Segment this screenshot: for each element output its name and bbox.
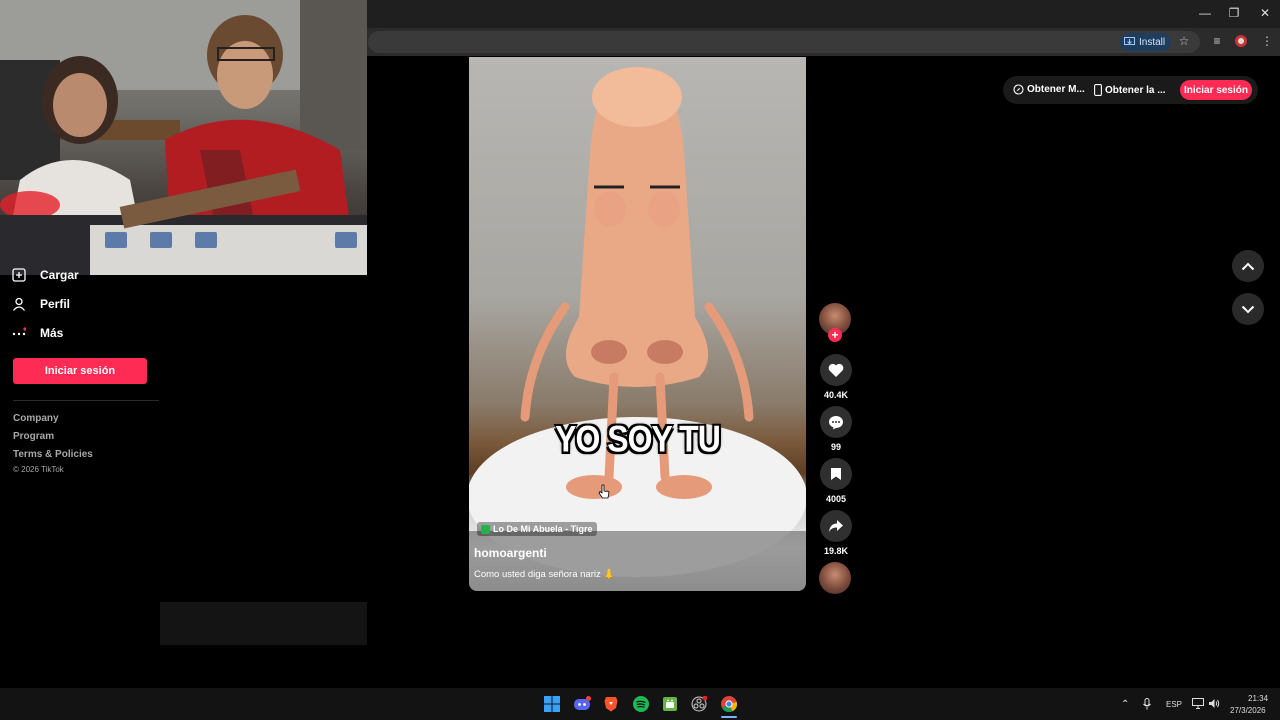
video-player[interactable]: YO SOY TU Lo De Mi Abuela - Tigre homoar… (469, 57, 806, 591)
sidebar-divider (13, 400, 159, 401)
footer-link-company[interactable]: Company (13, 413, 59, 424)
taskbar-brave[interactable] (601, 694, 621, 714)
share-icon (829, 520, 843, 532)
network-icon[interactable] (1192, 698, 1204, 709)
install-icon (1124, 37, 1135, 45)
taskbar-obs[interactable] (689, 694, 709, 714)
tray-overflow-icon[interactable]: ⌃ (1121, 699, 1129, 710)
person-icon (12, 297, 26, 311)
bookmark-star-icon[interactable]: ☆ (1177, 34, 1191, 48)
copyright-text: © 2026 TikTok (13, 465, 64, 474)
webcam-overlay (0, 0, 367, 275)
get-app-label: Obtener la ... (1105, 84, 1166, 96)
browser-menu-icon[interactable]: ⋮ (1260, 34, 1274, 48)
restore-button[interactable]: ❐ (1219, 6, 1249, 20)
clock-date[interactable]: 27/3/2026 (1230, 706, 1266, 715)
sidebar-item-more[interactable]: Más (12, 326, 63, 340)
get-mini-player-link[interactable]: Obtener M... (1013, 84, 1085, 95)
next-video-button[interactable] (1232, 293, 1264, 325)
share-button[interactable] (820, 510, 852, 542)
hand-cursor-icon (598, 484, 610, 499)
taskbar-chrome[interactable] (719, 694, 739, 714)
start-button[interactable] (542, 694, 562, 714)
share-count: 19.8K (823, 546, 849, 556)
save-count: 4005 (825, 494, 847, 504)
taskbar-discord[interactable] (572, 694, 592, 714)
webcam-scene (0, 0, 367, 275)
location-tag[interactable]: Lo De Mi Abuela - Tigre (477, 522, 597, 536)
video-username[interactable]: homoargenti (474, 546, 547, 560)
music-disc-avatar[interactable] (819, 562, 851, 594)
android-icon (663, 697, 677, 711)
get-mini-label: Obtener M... (1027, 84, 1085, 95)
follow-plus-icon[interactable]: + (828, 328, 842, 342)
more-icon (12, 327, 26, 336)
heart-icon (828, 363, 844, 377)
media-controls-icon[interactable]: ≡ (1210, 34, 1224, 48)
bookmark-icon (831, 468, 841, 480)
chevron-up-icon (1241, 262, 1255, 270)
top-login-button[interactable]: Iniciar sesión (1180, 80, 1252, 100)
sidebar-login-button[interactable]: Iniciar sesión (13, 358, 147, 384)
like-button[interactable] (820, 354, 852, 386)
comment-count: 99 (830, 442, 841, 452)
phone-icon (1094, 84, 1102, 96)
placeholder-panel (160, 602, 367, 645)
windows-icon (544, 696, 560, 712)
previous-video-button[interactable] (1232, 250, 1264, 282)
spotify-icon (633, 696, 649, 712)
video-description: Como usted diga señora nariz 👃 (474, 569, 616, 580)
sidebar-item-upload[interactable]: Cargar (12, 268, 79, 282)
taskbar-spotify[interactable] (631, 694, 651, 714)
obs-icon (691, 696, 707, 712)
discord-icon (574, 696, 591, 710)
footer-link-program[interactable]: Program (13, 431, 54, 442)
install-label: Install (1139, 36, 1166, 48)
close-window-button[interactable]: ✕ (1250, 6, 1280, 20)
location-label: Lo De Mi Abuela - Tigre (493, 524, 593, 534)
footer-link-terms[interactable]: Terms & Policies (13, 449, 93, 460)
chrome-icon (721, 696, 737, 712)
get-app-link[interactable]: Obtener la ... (1094, 84, 1166, 96)
video-caption-overlay: YO SOY TU (555, 418, 721, 460)
active-app-indicator (721, 716, 737, 718)
clock-time[interactable]: 21:34 (1248, 694, 1268, 703)
install-app-button[interactable]: Install (1120, 33, 1172, 51)
chevron-down-icon (1241, 305, 1255, 313)
microphone-icon[interactable] (1143, 698, 1151, 710)
taskbar-android-app[interactable] (660, 694, 680, 714)
language-indicator[interactable]: ESP (1166, 700, 1182, 709)
volume-icon[interactable] (1208, 698, 1220, 709)
minimize-button[interactable]: — (1190, 6, 1220, 20)
sidebar-item-label: Más (40, 326, 64, 340)
profile-avatar-icon[interactable] (1234, 34, 1248, 48)
sidebar-item-profile[interactable]: Perfil (12, 297, 70, 311)
address-bar[interactable] (368, 31, 1200, 53)
like-count: 40.4K (823, 390, 849, 400)
compass-icon (1013, 84, 1024, 95)
comment-icon (829, 415, 843, 429)
sidebar-item-label: Cargar (40, 268, 79, 282)
upload-icon (12, 268, 26, 282)
comment-button[interactable] (820, 406, 852, 438)
save-button[interactable] (820, 458, 852, 490)
location-pin-icon (481, 524, 490, 534)
sidebar-item-label: Perfil (40, 297, 71, 311)
brave-icon (604, 697, 618, 712)
video-frame-art (469, 67, 806, 591)
